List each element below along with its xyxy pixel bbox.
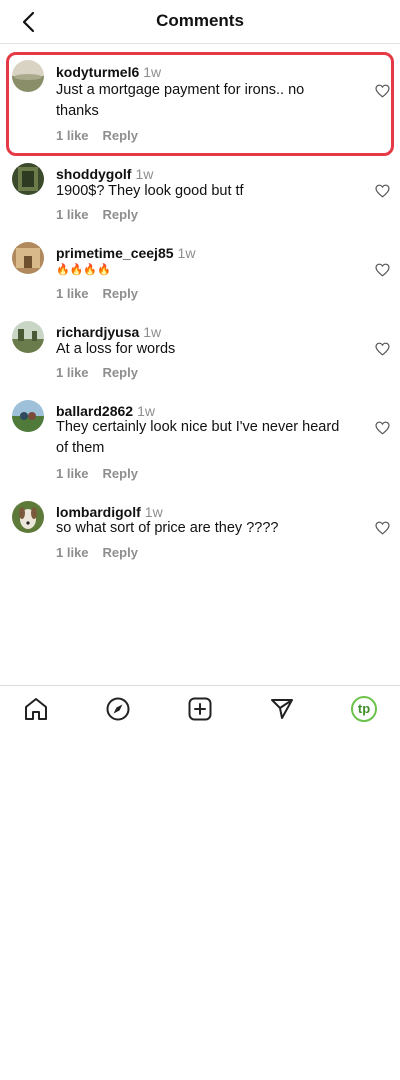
comment-meta: 1 like Reply xyxy=(56,286,138,301)
comment-like-count[interactable]: 1 like xyxy=(56,365,89,380)
comment-username[interactable]: primetime_ceej85 xyxy=(56,245,174,261)
comment-like-count[interactable]: 1 like xyxy=(56,466,89,481)
heart-icon[interactable] xyxy=(375,342,390,356)
comment-username[interactable]: richardjyusa xyxy=(56,324,139,340)
create-plus-icon[interactable] xyxy=(187,696,213,722)
comment-meta: 1 like Reply xyxy=(56,545,138,560)
reply-button[interactable]: Reply xyxy=(103,207,138,222)
reply-button[interactable]: Reply xyxy=(103,128,138,143)
avatar[interactable] xyxy=(12,501,44,533)
comment-header: richardjyusa 1w xyxy=(56,324,161,340)
avatar[interactable] xyxy=(12,163,44,195)
comment-item: kodyturmel6 1w Just a mortgage payment fo… xyxy=(0,60,400,150)
comment-like-count[interactable]: 1 like xyxy=(56,128,89,143)
explore-compass-icon[interactable] xyxy=(105,696,131,722)
profile-tp-icon[interactable]: tp xyxy=(351,696,377,722)
comment-text: 🔥🔥🔥🔥 xyxy=(56,264,111,276)
heart-icon[interactable] xyxy=(375,263,390,277)
reply-button[interactable]: Reply xyxy=(103,466,138,481)
comment-username[interactable]: shoddygolf xyxy=(56,166,131,182)
comment-time: 1w xyxy=(135,166,154,182)
home-icon[interactable] xyxy=(23,696,49,722)
comment-username[interactable]: kodyturmel6 xyxy=(56,64,139,80)
comment-item: lombardigolf 1w so what sort of price are… xyxy=(0,501,400,561)
page-title: Comments xyxy=(156,11,244,30)
comment-time: 1w xyxy=(143,64,162,80)
reply-button[interactable]: Reply xyxy=(103,545,138,560)
heart-icon[interactable] xyxy=(375,421,390,435)
comment-meta: 1 like Reply xyxy=(56,128,138,143)
avatar[interactable] xyxy=(12,60,44,92)
avatar[interactable] xyxy=(12,321,44,353)
direct-send-icon[interactable] xyxy=(269,696,295,722)
comments-header: Comments xyxy=(0,0,400,44)
reply-button[interactable]: Reply xyxy=(103,286,138,301)
comment-header: kodyturmel6 1w xyxy=(56,64,161,80)
comment-text: At a loss for words xyxy=(56,341,176,357)
comment-header: primetime_ceej85 1w xyxy=(56,245,195,261)
comment-time: 1w xyxy=(143,324,162,340)
comment-header: shoddygolf 1w xyxy=(56,166,153,182)
comment-text: so what sort of price are they ???? xyxy=(56,520,279,536)
comment-item: shoddygolf 1w 1900$? They look good but t… xyxy=(0,163,400,223)
comment-like-count[interactable]: 1 like xyxy=(56,286,89,301)
comment-like-count[interactable]: 1 like xyxy=(56,545,89,560)
comment-meta: 1 like Reply xyxy=(56,466,138,481)
heart-icon[interactable] xyxy=(375,84,390,98)
comment-text: Just a mortgage payment for irons.. no t… xyxy=(56,82,305,119)
comment-text: 1900$? They look good but tf xyxy=(56,183,244,199)
comment-like-count[interactable]: 1 like xyxy=(56,207,89,222)
reply-button[interactable]: Reply xyxy=(103,365,138,380)
comment-text: They certainly look nice but I've never … xyxy=(56,419,340,456)
avatar[interactable] xyxy=(12,400,44,432)
comment-item: richardjyusa 1w At a loss for words 1 lik… xyxy=(0,321,400,381)
comment-item: primetime_ceej85 1w 🔥🔥🔥🔥 1 like Reply xyxy=(0,242,400,302)
bottom-nav: tp xyxy=(0,685,400,733)
comment-item: ballard2862 1w They certainly look nice b… xyxy=(0,400,400,482)
heart-icon[interactable] xyxy=(375,521,390,535)
profile-badge-label: tp xyxy=(357,701,371,716)
comment-meta: 1 like Reply xyxy=(56,365,138,380)
comment-meta: 1 like Reply xyxy=(56,207,138,222)
comment-time: 1w xyxy=(177,245,196,261)
heart-icon[interactable] xyxy=(375,184,390,198)
avatar[interactable] xyxy=(12,242,44,274)
